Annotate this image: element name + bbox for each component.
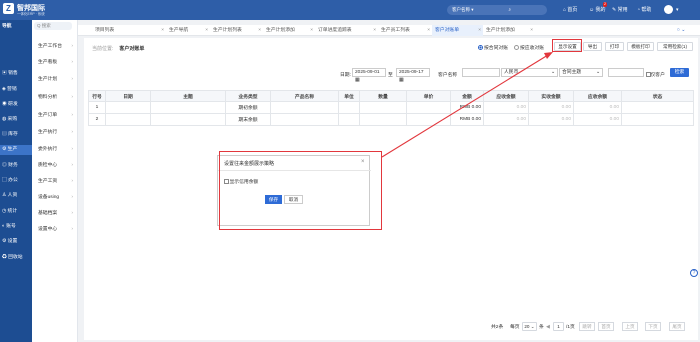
annotation-arrow (381, 52, 553, 158)
help-icon[interactable]: ? (690, 269, 698, 277)
